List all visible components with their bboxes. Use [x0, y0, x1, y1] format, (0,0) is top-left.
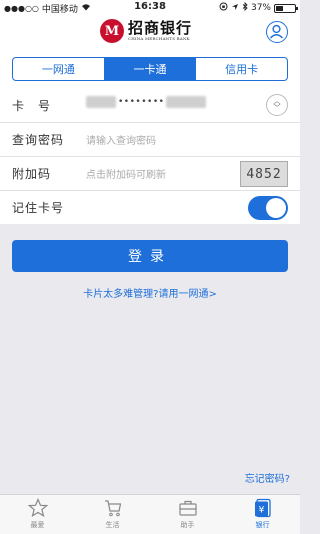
login-form: 卡 号 •••••••• ︿ ﹀ 查询密码 请输入查询密码 附加码 点击附加码可刷… — [0, 88, 300, 224]
nav-item-bank[interactable]: ¥ 银行 — [225, 495, 300, 534]
briefcase-icon — [178, 498, 198, 518]
svg-text:¥: ¥ — [258, 506, 264, 516]
profile-icon[interactable] — [266, 21, 288, 43]
forgot-password-link[interactable]: 忘记密码? — [245, 470, 290, 485]
login-button[interactable]: 登录 — [12, 240, 288, 272]
remember-card-label: 记住卡号 — [12, 201, 65, 215]
battery-percent: 37% — [250, 3, 271, 13]
bottom-nav: 最爱 生活 助手 ¥ 银行 — [0, 494, 300, 534]
chevron-right-icon: > — [208, 289, 217, 300]
captcha-input[interactable]: 点击附加码可刷新 — [86, 166, 166, 181]
card-number-dots: •••••••• — [118, 97, 165, 107]
captcha-row: 附加码 点击附加码可刷新 4852 — [0, 156, 300, 190]
card-number-label: 卡 号 — [12, 98, 52, 113]
bank-logo-icon: M — [100, 19, 124, 43]
remember-card-toggle[interactable] — [248, 196, 288, 220]
tab-yiwangtong[interactable]: 一网通 — [13, 58, 104, 80]
nav-item-assistant[interactable]: 助手 — [150, 495, 225, 534]
card-number-row: 卡 号 •••••••• ︿ ﹀ — [0, 88, 300, 122]
bluetooth-icon — [242, 1, 248, 14]
app-header: M 招商银行 CHINA MERCHANTS BANK — [0, 14, 300, 50]
bank-logo: M 招商银行 CHINA MERCHANTS BANK — [100, 19, 192, 43]
manage-cards-link-text: 卡片太多难管理?请用一网通 — [83, 289, 209, 300]
nav-label: 银行 — [255, 521, 270, 529]
tab-yikatong[interactable]: 一卡通 — [103, 58, 196, 80]
nav-label: 最爱 — [30, 521, 45, 529]
captcha-label: 附加码 — [12, 167, 52, 181]
card-number-redacted — [86, 96, 116, 108]
rotation-lock-icon — [219, 2, 228, 14]
status-bar: ●●●○○ 中国移动 16:38 37% — [0, 0, 300, 15]
password-label: 查询密码 — [12, 133, 65, 147]
card-number-field[interactable]: •••••••• — [86, 96, 207, 108]
bank-name-en: CHINA MERCHANTS BANK — [128, 36, 190, 41]
captcha-image[interactable]: 4852 — [240, 161, 288, 187]
manage-cards-link[interactable]: 卡片太多难管理?请用一网通> — [0, 285, 300, 300]
bank-card-icon: ¥ — [253, 498, 273, 518]
battery-icon — [274, 3, 298, 13]
card-switch-chevron-icon[interactable]: ︿ ﹀ — [266, 94, 288, 116]
location-icon — [231, 3, 239, 14]
battery-fill — [276, 5, 283, 11]
nav-item-life[interactable]: 生活 — [75, 495, 150, 534]
card-number-redacted — [166, 96, 207, 108]
tab-credit-card[interactable]: 信用卡 — [195, 58, 287, 80]
nav-item-favorites[interactable]: 最爱 — [0, 495, 75, 534]
password-row: 查询密码 请输入查询密码 — [0, 122, 300, 156]
remember-card-row: 记住卡号 — [0, 190, 300, 224]
status-right: 37% — [219, 1, 298, 14]
nav-label: 生活 — [105, 521, 120, 529]
bank-name-cn: 招商银行 — [128, 19, 193, 37]
login-type-tabs: 一网通 一卡通 信用卡 — [12, 57, 288, 81]
cart-icon — [103, 498, 123, 518]
star-icon — [27, 498, 48, 518]
nav-label: 助手 — [180, 521, 195, 529]
bank-logo-text: 招商银行 CHINA MERCHANTS BANK — [128, 20, 192, 42]
password-input[interactable]: 请输入查询密码 — [86, 132, 156, 147]
toggle-knob — [266, 198, 286, 218]
